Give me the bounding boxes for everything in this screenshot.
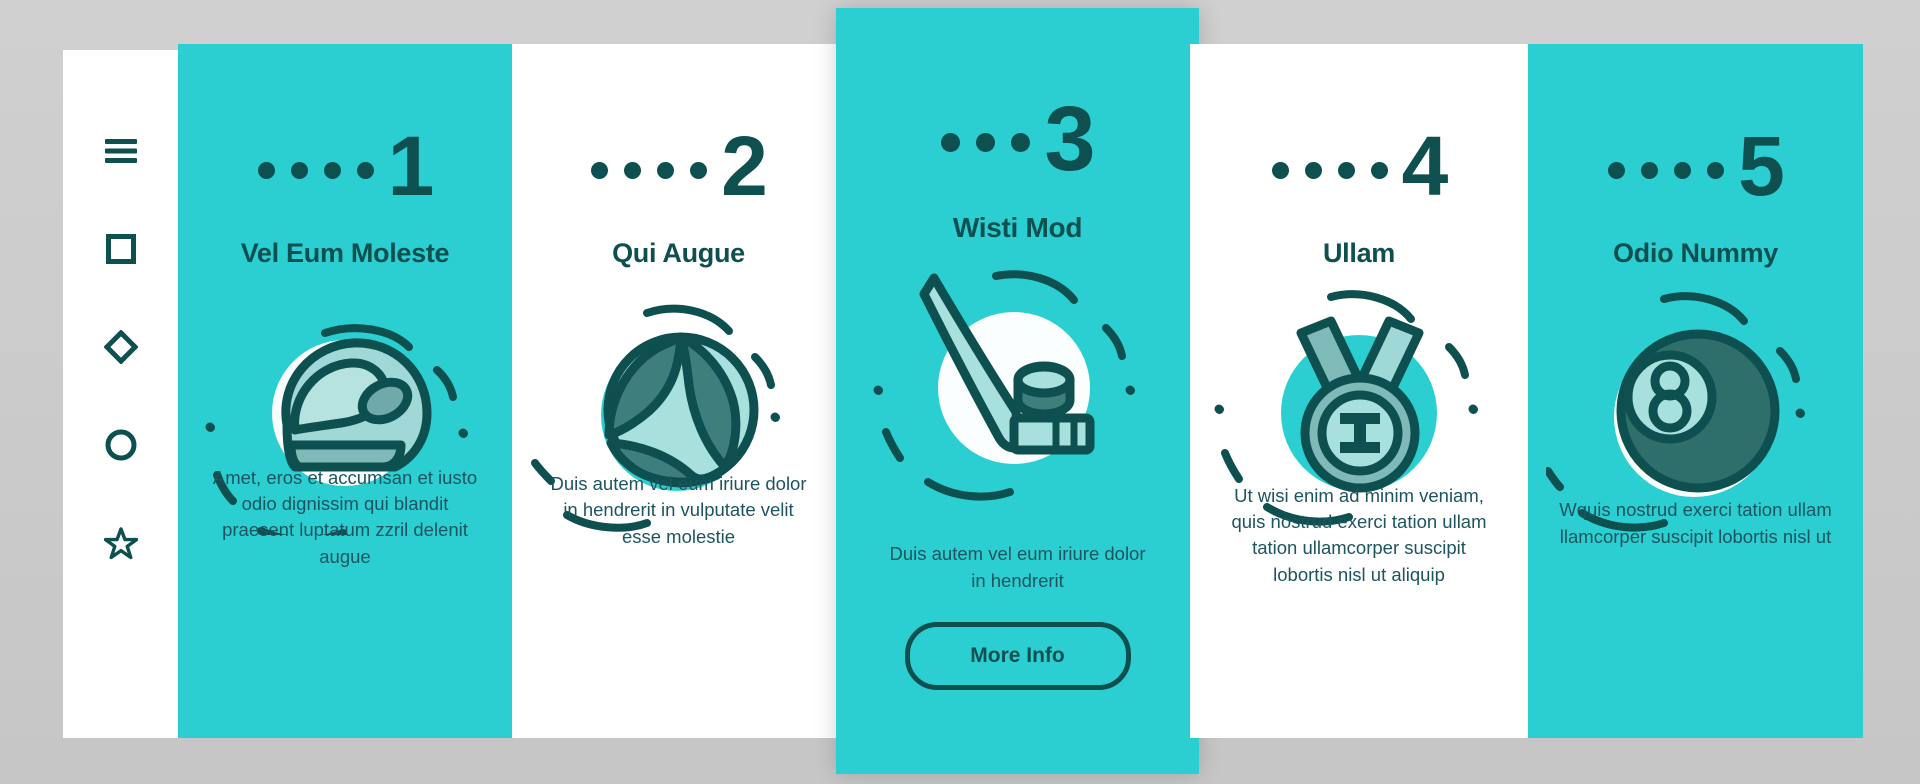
onboarding-card-5[interactable]: 5 Odio Nummy Wquis nostrud exerci tation… [1528, 44, 1863, 738]
card-body-text: Duis autem vel eum iriure dolor in hendr… [550, 473, 807, 547]
step-dot [1608, 161, 1626, 179]
card-body-text: Wquis nostrud exerci tation ullam llamco… [1559, 499, 1832, 547]
card-body-text: Amet, eros et accumsan et iusto odio dig… [212, 466, 478, 567]
step-dot [1271, 161, 1289, 179]
step-dot [1707, 161, 1725, 179]
step-dot [257, 161, 275, 179]
onboarding-card-4[interactable]: 4 Ullam Ut wisi enim ad minim veniam, qu… [1190, 44, 1528, 738]
card-title: Qui Augue [612, 238, 745, 268]
step-dot [941, 132, 961, 152]
hockey-stick-puck-icon [868, 260, 1168, 510]
step-number: 5 [1738, 119, 1785, 214]
card-title: Wisti Mod [952, 212, 1083, 243]
card-body-text: Ut wisi enim ad minim veniam, quis nostr… [1231, 484, 1487, 585]
step-header-5: 5 [1608, 119, 1785, 214]
step-number: 1 [387, 119, 435, 214]
step-dots-3 [941, 132, 1031, 152]
step-dot [1641, 161, 1659, 179]
step-dot [356, 161, 374, 179]
step-dot [1011, 132, 1031, 152]
step-header-3: 3 [941, 87, 1096, 190]
onboarding-card-1[interactable]: 1 Vel Eum Moleste Amet, eros et accumsan… [178, 44, 512, 738]
step-dot [1337, 161, 1355, 179]
step-dots-5 [1608, 161, 1725, 179]
onboarding-cards: 1 Vel Eum Moleste Amet, eros et accumsan… [0, 0, 1920, 784]
step-dot [624, 161, 642, 179]
more-info-button[interactable]: More Info [904, 622, 1131, 690]
onboarding-card-2[interactable]: 2 Qui Augue Duis autem vel eum iriure do… [512, 44, 845, 738]
step-dot [591, 161, 609, 179]
card-title: Odio Nummy [1612, 238, 1778, 268]
step-dot [657, 161, 675, 179]
step-dots-2 [591, 161, 708, 179]
step-dots-4 [1271, 161, 1388, 179]
step-number: 4 [1401, 119, 1449, 214]
card-body-text: Duis autem vel eum iriure dolor in hendr… [889, 543, 1146, 591]
step-header-2: 2 [591, 119, 768, 214]
step-number: 2 [721, 119, 768, 214]
step-dot [1304, 161, 1322, 179]
step-header-4: 4 [1271, 119, 1449, 214]
card-title: Vel Eum Moleste [240, 238, 450, 268]
step-dot [323, 161, 341, 179]
card-title: Ullam [1322, 238, 1396, 268]
onboarding-screens-stage: 1 Vel Eum Moleste Amet, eros et accumsan… [0, 0, 1920, 784]
step-dot [976, 132, 996, 152]
step-dot [1370, 161, 1388, 179]
step-number: 3 [1044, 87, 1095, 190]
onboarding-card-3[interactable]: 3 Wisti Mod Duis autem vel eum iriure do… [836, 8, 1199, 774]
step-dot [690, 161, 708, 179]
step-dots-1 [257, 161, 374, 179]
step-dot [290, 161, 308, 179]
step-dot [1674, 161, 1692, 179]
step-header-1: 1 [257, 119, 435, 214]
